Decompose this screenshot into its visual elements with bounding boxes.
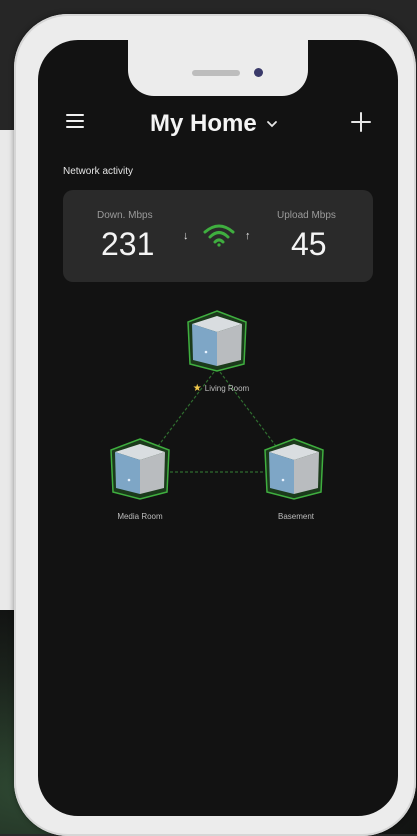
- hamburger-menu-icon[interactable]: [66, 114, 86, 130]
- home-selector[interactable]: My Home: [150, 108, 279, 140]
- phone-notch: [128, 40, 308, 96]
- download-label: Down. Mbps: [97, 210, 153, 221]
- download-arrow-icon: ↓: [183, 230, 189, 242]
- node-label-living-room: ★ Living Room: [192, 383, 250, 394]
- upload-label: Upload Mbps: [277, 210, 336, 221]
- network-activity-card: Down. Mbps 231 ↓ ↑ Upload Mbps 45: [63, 190, 373, 282]
- router-node-basement[interactable]: [263, 438, 325, 500]
- download-value: 231: [101, 226, 155, 262]
- chevron-down-icon: [266, 121, 277, 128]
- upload-value: 45: [291, 226, 327, 262]
- plus-icon[interactable]: [349, 110, 373, 134]
- node-label-basement: Basement: [277, 512, 315, 521]
- speaker-grille: [192, 70, 240, 76]
- page-title: My Home: [150, 110, 257, 137]
- router-node-living-room[interactable]: [186, 310, 248, 372]
- front-camera: [254, 68, 263, 77]
- upload-arrow-icon: ↑: [245, 230, 251, 242]
- wifi-icon: [203, 224, 235, 247]
- phone-screen: [38, 40, 398, 816]
- star-icon: ★: [192, 383, 202, 394]
- network-activity-label: Network activity: [63, 166, 134, 177]
- node-label-media-room: Media Room: [117, 512, 163, 521]
- router-node-media-room[interactable]: [109, 438, 171, 500]
